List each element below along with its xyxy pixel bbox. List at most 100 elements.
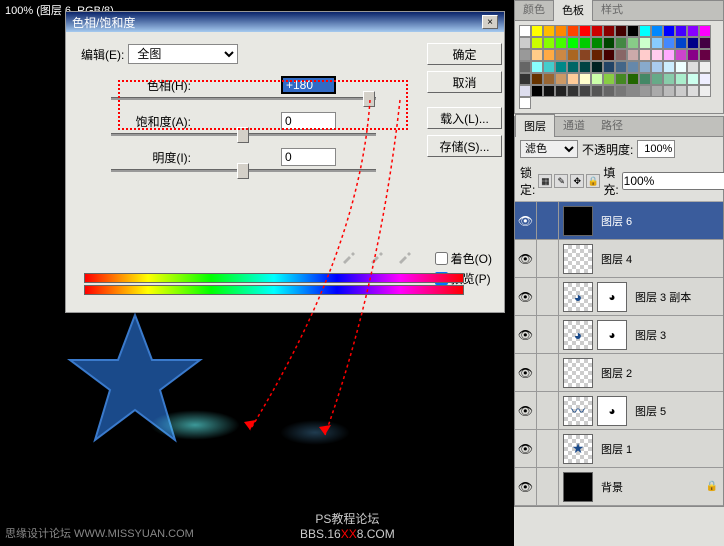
swatch[interactable] [663,49,675,61]
swatch[interactable] [675,37,687,49]
layer-thumb[interactable] [563,206,593,236]
swatch[interactable] [639,25,651,37]
swatch[interactable] [531,73,543,85]
blend-mode-select[interactable]: 滤色 [520,140,578,158]
swatch[interactable] [591,85,603,97]
tab-paths[interactable]: 路径 [593,114,631,136]
swatch[interactable] [687,37,699,49]
swatch[interactable] [687,85,699,97]
swatch[interactable] [555,61,567,73]
swatch[interactable] [567,25,579,37]
saturation-thumb[interactable] [237,127,249,143]
layer-row[interactable]: 👁◕◕图层 3 [515,316,723,354]
swatch[interactable] [519,85,531,97]
visibility-toggle[interactable]: 👁 [515,240,537,277]
layer-row[interactable]: 👁图层 4 [515,240,723,278]
swatch[interactable] [591,25,603,37]
swatch[interactable] [687,73,699,85]
link-cell[interactable] [537,202,559,239]
layer-thumb[interactable] [563,472,593,502]
tab-channels[interactable]: 通道 [555,114,593,136]
swatch[interactable] [639,61,651,73]
swatch[interactable] [531,85,543,97]
swatch[interactable] [663,73,675,85]
swatch[interactable] [567,61,579,73]
swatch[interactable] [567,73,579,85]
edit-select[interactable]: 全图 [128,44,238,64]
swatch[interactable] [675,25,687,37]
lock-transparent-icon[interactable]: ▦ [538,174,552,188]
swatch[interactable] [543,73,555,85]
swatch[interactable] [675,73,687,85]
swatch[interactable] [651,37,663,49]
dialog-titlebar[interactable]: 色相/饱和度 × [66,12,504,32]
link-cell[interactable] [537,240,559,277]
hue-slider[interactable] [111,97,376,100]
layer-thumb[interactable]: 〰 [563,396,593,426]
close-button[interactable]: × [482,15,498,29]
swatch[interactable] [615,49,627,61]
save-button[interactable]: 存储(S)... [427,135,502,157]
visibility-toggle[interactable]: 👁 [515,392,537,429]
saturation-input[interactable] [281,112,336,130]
swatch[interactable] [579,37,591,49]
swatch[interactable] [615,61,627,73]
swatch[interactable] [615,73,627,85]
swatch[interactable] [627,49,639,61]
swatch[interactable] [555,73,567,85]
link-cell[interactable] [537,278,559,315]
swatch[interactable] [579,49,591,61]
swatch[interactable] [675,49,687,61]
layer-thumb[interactable]: ◕ [563,282,593,312]
layer-row[interactable]: 👁★图层 1 [515,430,723,468]
lightness-input[interactable] [281,148,336,166]
cancel-button[interactable]: 取消 [427,71,502,93]
eyedropper-subtract-icon[interactable] [397,248,413,264]
swatch[interactable] [663,25,675,37]
lightness-thumb[interactable] [237,163,249,179]
lightness-slider[interactable] [111,169,376,172]
swatch[interactable] [579,73,591,85]
swatch[interactable] [579,85,591,97]
swatch[interactable] [699,37,711,49]
swatch[interactable] [699,85,711,97]
layer-mask-thumb[interactable]: ◕ [597,282,627,312]
visibility-toggle[interactable]: 👁 [515,468,537,505]
tab-layers[interactable]: 图层 [515,114,555,137]
swatch[interactable] [675,61,687,73]
swatch[interactable] [651,49,663,61]
swatch[interactable] [627,37,639,49]
swatch[interactable] [555,49,567,61]
swatch[interactable] [591,73,603,85]
tab-swatches[interactable]: 色板 [553,0,593,21]
swatch[interactable] [687,25,699,37]
swatch[interactable] [615,85,627,97]
swatch[interactable] [627,73,639,85]
swatch[interactable] [627,61,639,73]
swatch[interactable] [699,25,711,37]
swatch[interactable] [567,49,579,61]
swatch[interactable] [687,49,699,61]
swatch[interactable] [531,25,543,37]
opacity-input[interactable] [637,140,675,158]
hue-input[interactable] [281,76,336,94]
swatch[interactable] [615,37,627,49]
lock-all-icon[interactable]: 🔒 [586,174,600,188]
hue-thumb[interactable] [363,91,375,107]
layer-row[interactable]: 👁◕◕图层 3 副本 [515,278,723,316]
swatch[interactable] [603,85,615,97]
layer-thumb[interactable]: ◕ [563,320,593,350]
swatch[interactable] [591,61,603,73]
layer-mask-thumb[interactable]: ◕ [597,320,627,350]
layer-row[interactable]: 👁图层 2 [515,354,723,392]
swatch[interactable] [663,37,675,49]
visibility-toggle[interactable]: 👁 [515,354,537,391]
tab-color[interactable]: 颜色 [515,0,553,20]
swatch[interactable] [531,61,543,73]
swatch[interactable] [651,25,663,37]
swatch[interactable] [639,73,651,85]
swatch[interactable] [699,73,711,85]
swatch[interactable] [603,61,615,73]
swatch[interactable] [543,85,555,97]
link-cell[interactable] [537,316,559,353]
